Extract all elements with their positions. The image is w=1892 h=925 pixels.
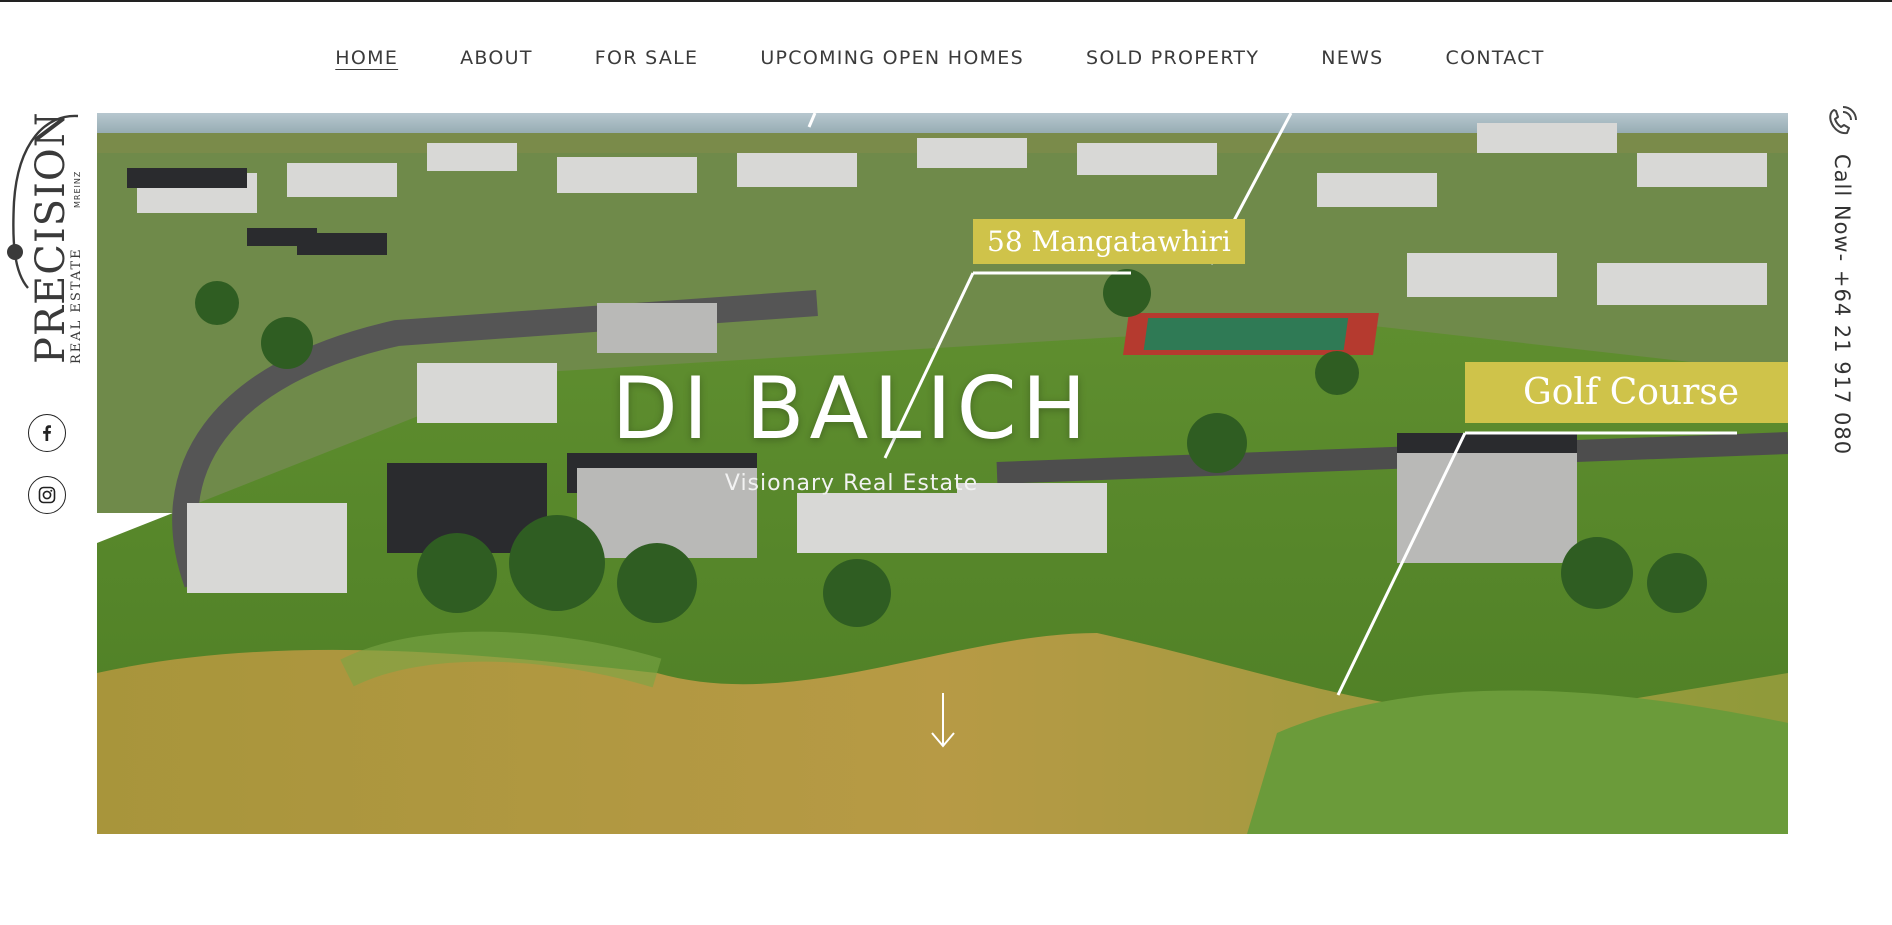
instagram-button[interactable] [28, 476, 66, 514]
nav-upcoming-open-homes[interactable]: UPCOMING OPEN HOMES [760, 47, 1024, 69]
hero-banner: 58 Mangatawhiri Golf Course DI BALICH Vi… [97, 113, 1788, 834]
logo-wordmark: PRECISION [28, 112, 74, 364]
nav-about[interactable]: ABOUT [460, 47, 533, 69]
nav-contact[interactable]: CONTACT [1446, 47, 1545, 69]
call-now-text: Call Now- +64 21 917 080 [1830, 154, 1854, 456]
hero-title: DI BALICH [611, 359, 1092, 459]
main-nav: HOME ABOUT FOR SALE UPCOMING OPEN HOMES … [0, 40, 1892, 76]
hero-subtitle: Visionary Real Estate [724, 471, 979, 496]
instagram-icon [38, 486, 56, 504]
nav-news[interactable]: NEWS [1321, 47, 1383, 69]
nav-home[interactable]: HOME [335, 47, 398, 69]
hero-location-label: 58 Mangatawhiri [973, 219, 1245, 264]
phone-icon[interactable] [1824, 104, 1858, 138]
top-border [0, 0, 1892, 2]
call-now-link[interactable]: Call Now- +64 21 917 080 [1812, 154, 1872, 474]
arrow-down-icon[interactable] [928, 691, 958, 749]
facebook-button[interactable] [28, 414, 66, 452]
nav-sold-property[interactable]: SOLD PROPERTY [1086, 47, 1259, 69]
logo-subtitle: REAL ESTATE [69, 247, 84, 364]
nav-list: HOME ABOUT FOR SALE UPCOMING OPEN HOMES … [335, 47, 1544, 69]
nav-for-sale[interactable]: FOR SALE [595, 47, 699, 69]
precision-logo[interactable]: PRECISION REAL ESTATE MREINZ [6, 111, 84, 368]
facebook-icon [43, 425, 51, 441]
logo-mark: MREINZ [73, 171, 82, 208]
